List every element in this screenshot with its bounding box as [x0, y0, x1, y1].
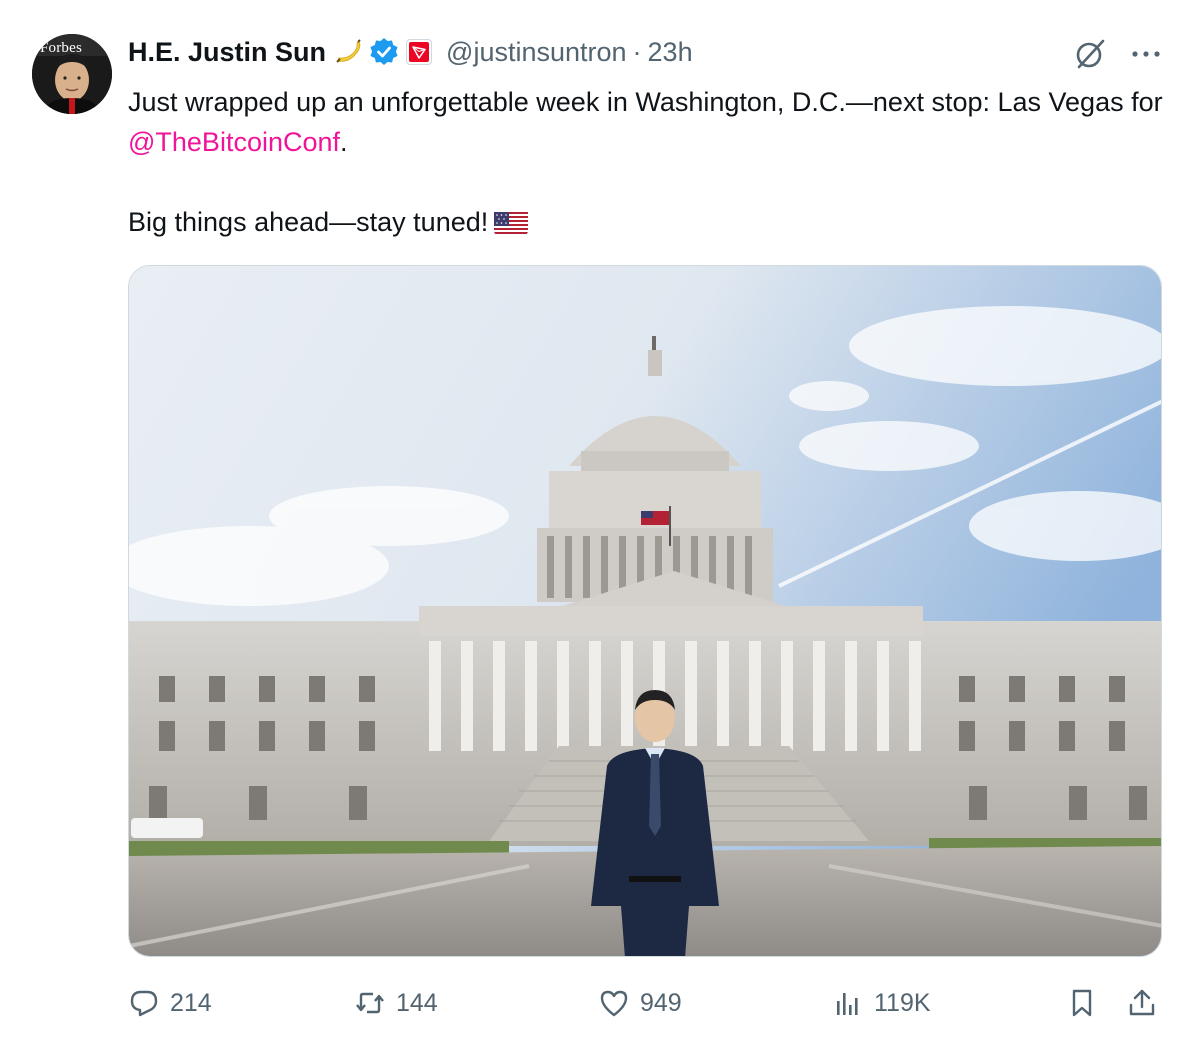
heart-icon [600, 990, 628, 1017]
share-icon [1129, 989, 1155, 1016]
tron-affiliation-badge-icon[interactable] [406, 39, 433, 65]
tweet-header: H.E. Justin Sun @justinsuntron · 23h [128, 30, 693, 74]
bookmark-button[interactable] [1066, 980, 1098, 1026]
avatar[interactable]: Forbes [32, 34, 112, 114]
tweet-card[interactable]: Forbes H.E. Justin Sun @justinsuntron · … [0, 0, 1200, 1052]
banana-emoji-icon [334, 37, 364, 67]
tweet-text-line-2: Big things ahead—stay tuned! [128, 207, 489, 237]
view-count: 119K [874, 988, 931, 1017]
views-icon [837, 993, 858, 1015]
retweet-count: 144 [396, 988, 438, 1017]
mention-link[interactable]: @TheBitcoinConf [128, 127, 340, 157]
grok-icon[interactable] [1072, 36, 1108, 72]
avatar-brand-text: Forbes [40, 40, 83, 56]
separator-dot: · [632, 36, 642, 67]
timestamp[interactable]: 23h [648, 37, 693, 68]
retweet-icon [356, 992, 384, 1014]
action-bar: 214 144 949 119K [0, 980, 1200, 1026]
author-handle[interactable]: @justinsuntron [446, 37, 627, 68]
verified-badge-icon[interactable] [368, 36, 400, 68]
views-button[interactable]: 119K [832, 980, 931, 1026]
reply-button[interactable]: 214 [128, 980, 212, 1026]
like-count: 949 [640, 988, 682, 1017]
bookmark-icon [1072, 989, 1092, 1017]
like-button[interactable]: 949 [598, 980, 682, 1026]
tweet-text: Just wrapped up an unforgettable week in… [128, 82, 1178, 242]
tweet-text-part-1: Just wrapped up an unforgettable week in… [128, 87, 1163, 117]
reply-count: 214 [170, 988, 212, 1017]
more-options-icon[interactable] [1128, 40, 1164, 68]
tweet-paragraph-2: Big things ahead—stay tuned! [128, 202, 1178, 242]
tweet-media-photo[interactable] [128, 265, 1162, 957]
us-flag-emoji-icon [494, 209, 529, 235]
retweet-button[interactable]: 144 [354, 980, 438, 1026]
share-button[interactable] [1126, 980, 1158, 1026]
reply-icon [130, 990, 158, 1017]
capitol-photo [129, 266, 1161, 956]
tweet-paragraph-1: Just wrapped up an unforgettable week in… [128, 82, 1178, 162]
author-name[interactable]: H.E. Justin Sun [128, 37, 326, 68]
tweet-text-part-2: . [340, 127, 348, 157]
